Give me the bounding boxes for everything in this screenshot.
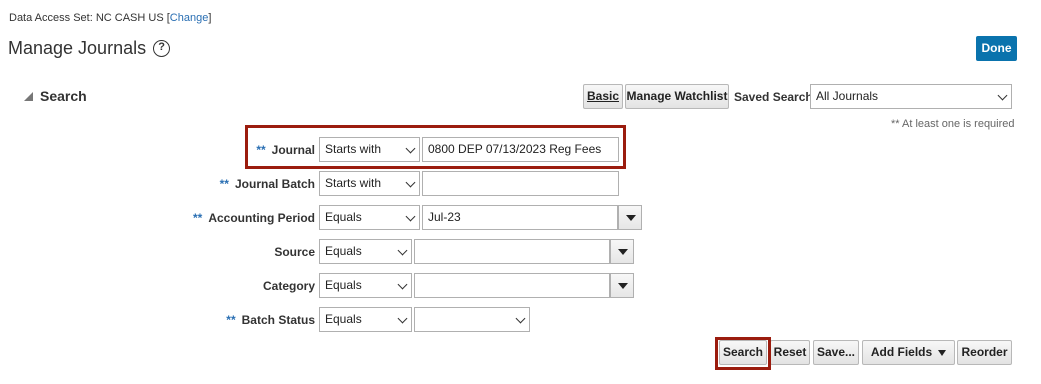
search-button-highlight-box — [715, 337, 771, 370]
dropdown-triangle-icon — [618, 249, 628, 255]
source-operator-value: Equals — [325, 244, 362, 258]
accounting-period-operator-select[interactable]: Equals — [319, 205, 420, 230]
data-access-label: Data Access Set: — [9, 12, 93, 24]
source-label-group: Source — [274, 245, 315, 259]
source-label: Source — [274, 245, 315, 259]
journal-batch-operator-select[interactable]: Starts with — [319, 171, 420, 196]
data-access-value: NC CASH US — [95, 12, 164, 24]
help-icon[interactable]: ? — [153, 40, 171, 57]
add-fields-label: Add Fields — [870, 345, 933, 359]
accounting-period-input-value: Jul-23 — [428, 210, 461, 224]
journal-highlight-box — [245, 125, 626, 169]
journal-batch-label: Journal Batch — [234, 177, 315, 191]
batch-status-select[interactable] — [414, 307, 530, 332]
done-button[interactable]: Done — [976, 36, 1017, 61]
change-link[interactable]: Change — [170, 12, 209, 24]
required-note: ** At least one is required — [891, 118, 1015, 130]
accounting-period-dropdown-button[interactable] — [618, 205, 642, 230]
batch-status-operator-select[interactable]: Equals — [319, 307, 412, 332]
category-label: Category — [262, 279, 315, 293]
dropdown-triangle-icon — [938, 349, 947, 356]
journal-batch-label-group: ** Journal Batch — [220, 177, 315, 191]
required-stars: ** — [192, 211, 203, 225]
search-heading: Search — [40, 88, 87, 104]
category-label-group: Category — [263, 279, 315, 293]
category-operator-value: Equals — [325, 278, 362, 292]
reset-button[interactable]: Reset — [770, 340, 810, 365]
page-title-row: Manage Journals ? — [8, 38, 171, 59]
chevron-down-icon — [397, 279, 408, 290]
collapse-triangle-icon — [24, 91, 33, 101]
chevron-down-icon — [515, 313, 526, 324]
journal-batch-input[interactable] — [422, 171, 619, 196]
chevron-down-icon — [997, 90, 1008, 101]
source-input[interactable] — [414, 239, 610, 264]
batch-status-label: Batch Status — [241, 313, 315, 327]
basic-button[interactable]: Basic — [583, 84, 623, 109]
source-operator-select[interactable]: Equals — [319, 239, 412, 264]
reorder-button[interactable]: Reorder — [957, 340, 1012, 365]
save-button[interactable]: Save... — [813, 340, 859, 365]
dropdown-triangle-icon — [618, 283, 628, 289]
saved-search-value: All Journals — [816, 89, 879, 103]
manage-watchlist-button[interactable]: Manage Watchlist — [625, 84, 729, 109]
category-operator-select[interactable]: Equals — [319, 273, 412, 298]
chevron-down-icon — [405, 211, 416, 222]
chevron-down-icon — [397, 245, 408, 256]
dropdown-triangle-icon — [626, 215, 636, 221]
batch-status-operator-value: Equals — [325, 312, 362, 326]
chevron-down-icon — [397, 313, 408, 324]
accounting-period-input[interactable]: Jul-23 — [422, 205, 618, 230]
source-dropdown-button[interactable] — [610, 239, 634, 264]
data-access-set: Data Access Set: NC CASH US [Change] — [9, 12, 212, 24]
add-fields-button[interactable]: Add Fields — [862, 340, 955, 365]
batch-status-label-group: ** Batch Status — [226, 313, 315, 327]
saved-search-select[interactable]: All Journals — [810, 84, 1012, 109]
chevron-down-icon — [405, 177, 416, 188]
accounting-period-label: Accounting Period — [208, 211, 315, 225]
accounting-period-label-group: ** Accounting Period — [193, 211, 315, 225]
required-stars: ** — [226, 313, 236, 327]
saved-search-label: Saved Search — [734, 90, 813, 104]
category-input[interactable] — [414, 273, 610, 298]
page-title: Manage Journals — [8, 38, 147, 58]
search-section-toggle[interactable]: Search — [24, 88, 87, 104]
journal-batch-operator-value: Starts with — [325, 176, 382, 190]
category-dropdown-button[interactable] — [610, 273, 634, 298]
required-stars: ** — [219, 177, 229, 191]
accounting-period-operator-value: Equals — [325, 210, 362, 224]
